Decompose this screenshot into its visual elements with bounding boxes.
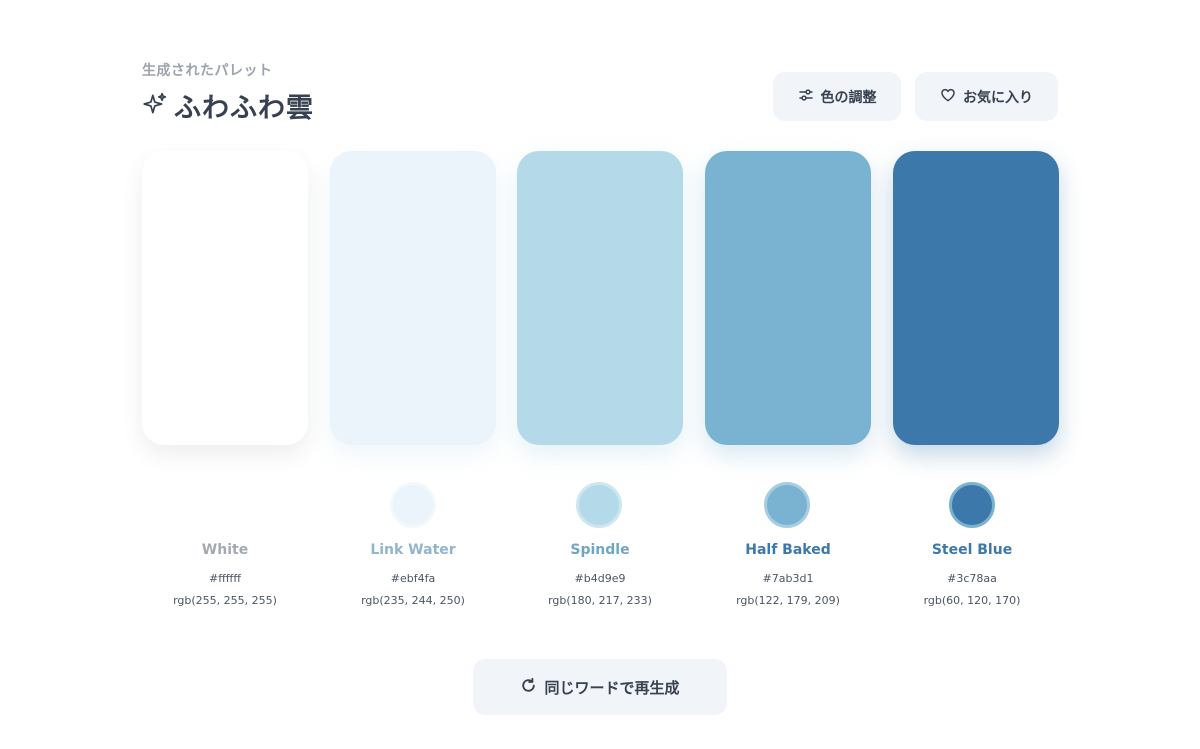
color-adjust-button[interactable]: 色の調整 [773, 72, 901, 121]
refresh-icon [520, 677, 537, 698]
color-dot-spindle [576, 482, 622, 528]
sliders-icon [798, 87, 814, 107]
swatch-steel-blue[interactable] [893, 151, 1059, 445]
color-name: Half Baked [745, 542, 831, 558]
regenerate-label: 同じワードで再生成 [544, 678, 680, 697]
regenerate-button[interactable]: 同じワードで再生成 [473, 659, 727, 715]
color-info: Steel Blue #3c78aa rgb(60, 120, 170) [877, 540, 1067, 608]
color-dot-half-baked [764, 482, 810, 528]
color-name: Spindle [570, 542, 630, 558]
swatch-white[interactable] [142, 151, 308, 445]
color-rgb[interactable]: rgb(122, 179, 209) [693, 594, 883, 608]
swatch-link-water[interactable] [330, 151, 496, 445]
color-hex[interactable]: #ebf4fa [318, 572, 508, 586]
color-rgb[interactable]: rgb(180, 217, 233) [505, 594, 695, 608]
color-hex[interactable]: #7ab3d1 [693, 572, 883, 586]
color-info: Spindle #b4d9e9 rgb(180, 217, 233) [505, 540, 695, 608]
sparkles-icon [142, 91, 168, 121]
color-hex[interactable]: #3c78aa [877, 572, 1067, 586]
color-adjust-label: 色の調整 [820, 89, 877, 106]
page-subtitle: 生成されたパレット [142, 63, 273, 79]
color-dot-link-water [390, 482, 436, 528]
color-info: Link Water #ebf4fa rgb(235, 244, 250) [318, 540, 508, 608]
color-hex[interactable]: #ffffff [130, 572, 320, 586]
color-name: Steel Blue [931, 542, 1013, 558]
color-info: White #ffffff rgb(255, 255, 255) [130, 540, 320, 608]
color-name: Link Water [370, 542, 456, 558]
color-dot-steel-blue [949, 482, 995, 528]
color-rgb[interactable]: rgb(60, 120, 170) [877, 594, 1067, 608]
favorite-button[interactable]: お気に入り [915, 72, 1058, 121]
color-hex[interactable]: #b4d9e9 [505, 572, 695, 586]
page-title: ふわふわ雲 [174, 93, 314, 124]
color-info: Half Baked #7ab3d1 rgb(122, 179, 209) [693, 540, 883, 608]
swatch-half-baked[interactable] [705, 151, 871, 445]
favorite-label: お気に入り [963, 89, 1033, 106]
color-rgb[interactable]: rgb(255, 255, 255) [130, 594, 320, 608]
title-row: ふわふわ雲 [142, 86, 314, 125]
color-name: White [201, 542, 249, 558]
heart-icon [940, 87, 956, 107]
swatch-spindle[interactable] [517, 151, 683, 445]
color-rgb[interactable]: rgb(235, 244, 250) [318, 594, 508, 608]
